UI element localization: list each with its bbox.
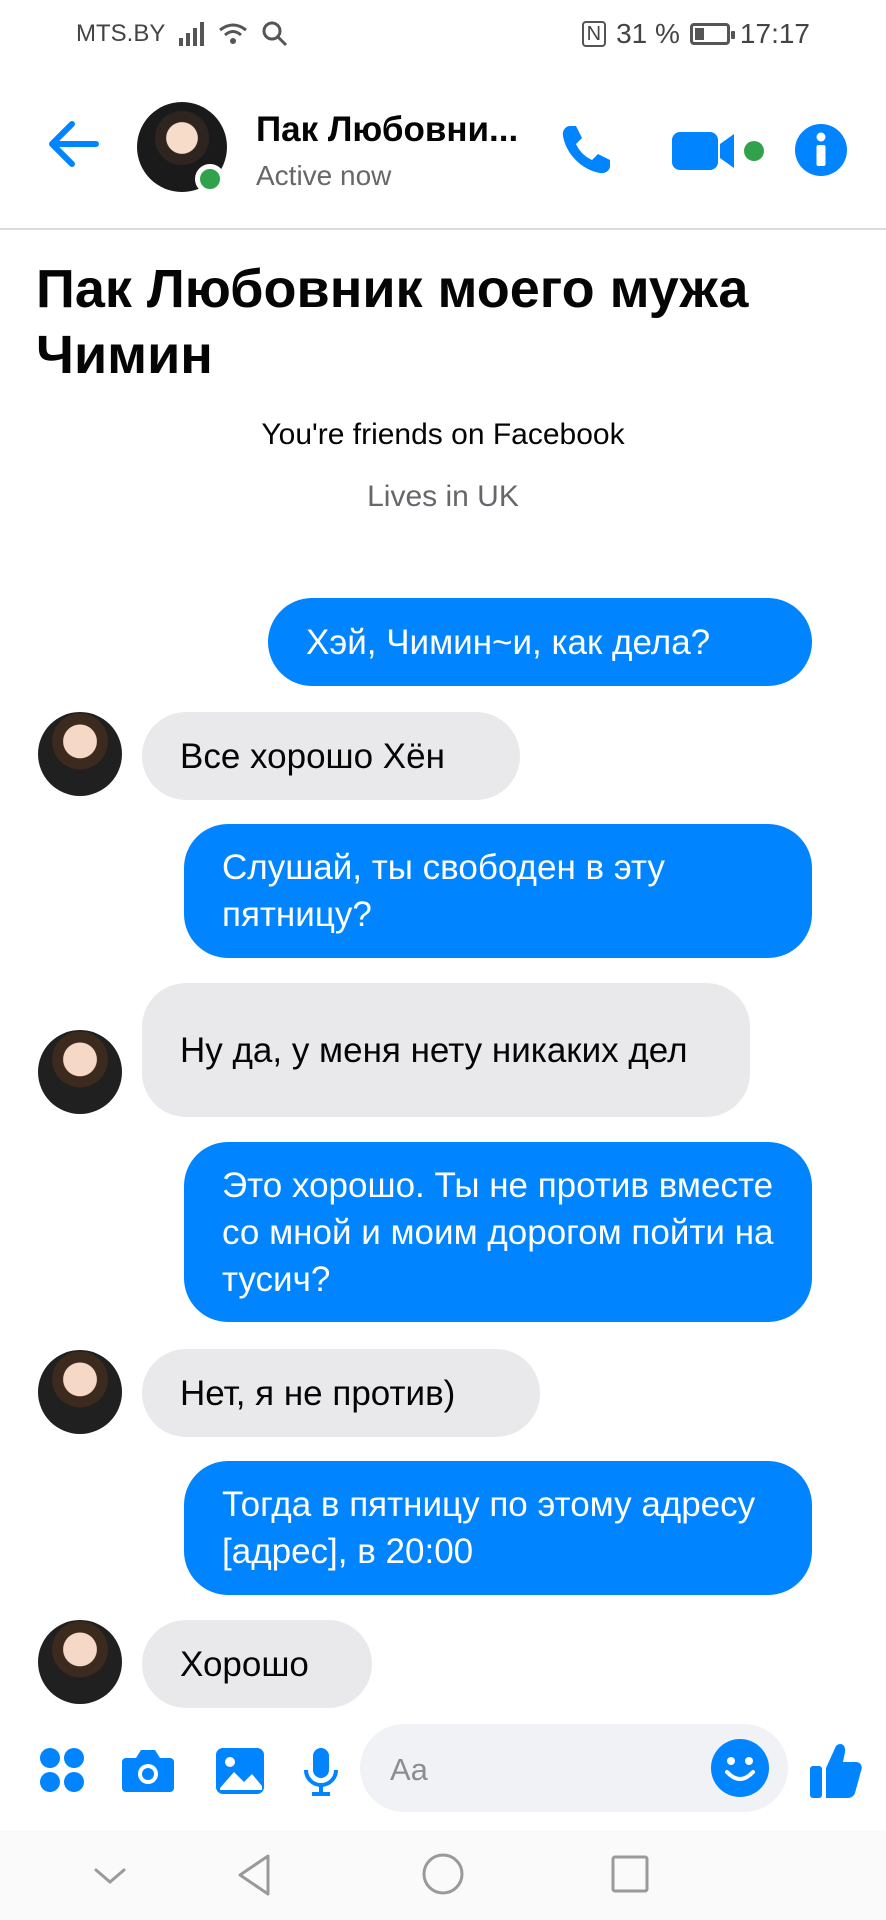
- message-input[interactable]: Aa: [360, 1724, 788, 1812]
- apps-grid-icon[interactable]: [38, 1746, 86, 1794]
- location-note: Lives in UK: [367, 480, 519, 513]
- wifi-icon: [219, 23, 248, 44]
- chevron-down-icon[interactable]: [92, 1864, 128, 1888]
- message-bubble-outgoing[interactable]: Хэй, Чимин~и, как дела?: [268, 598, 812, 686]
- nav-recents-icon[interactable]: [610, 1854, 650, 1894]
- message-bubble-incoming[interactable]: Нет, я не против): [142, 1349, 540, 1437]
- online-indicator: [195, 164, 225, 194]
- message-bubble-outgoing[interactable]: Это хорошо. Ты не против вместе со мной …: [184, 1142, 812, 1322]
- conversation-header: Пак Любовни... Active now: [0, 72, 886, 230]
- message-input-placeholder: Aa: [390, 1752, 428, 1787]
- message-bubble-incoming[interactable]: Ну да, у меня нету никаких дел: [142, 983, 750, 1117]
- thumbs-up-icon[interactable]: [808, 1740, 864, 1800]
- video-camera-icon[interactable]: [670, 126, 766, 176]
- message-bubble-outgoing[interactable]: Тогда в пятницу по этому адресу [адрес],…: [184, 1461, 812, 1595]
- battery-percent: 31 %: [616, 18, 680, 49]
- message-bubble-incoming[interactable]: Хорошо: [142, 1620, 372, 1708]
- profile-title: Пак Любовник моего мужа Чимин: [36, 259, 749, 385]
- carrier-label: MTS.BY: [76, 20, 166, 47]
- camera-icon[interactable]: [120, 1746, 176, 1794]
- battery-icon: [689, 23, 735, 45]
- phone-icon[interactable]: [556, 120, 616, 180]
- sender-avatar[interactable]: [38, 1030, 122, 1114]
- search-icon: [262, 21, 288, 47]
- emoji-icon[interactable]: [710, 1738, 770, 1798]
- message-bubble-outgoing[interactable]: Слушай, ты свободен в эту пятницу?: [184, 824, 812, 958]
- message-composer: Aa: [0, 1718, 886, 1828]
- friends-note: You're friends on Facebook: [261, 418, 625, 451]
- contact-name[interactable]: Пак Любовни...: [256, 110, 546, 150]
- message-bubble-incoming[interactable]: Все хорошо Хён: [142, 712, 520, 800]
- gallery-icon[interactable]: [214, 1746, 266, 1796]
- sender-avatar[interactable]: [38, 1350, 122, 1434]
- sender-avatar[interactable]: [38, 712, 122, 796]
- nav-back-icon[interactable]: [234, 1852, 274, 1898]
- status-bar: MTS.BY N 31 % 17:17: [0, 0, 886, 70]
- nfc-icon: N: [581, 21, 607, 47]
- clock: 17:17: [739, 18, 810, 49]
- microphone-icon[interactable]: [302, 1746, 340, 1798]
- sender-avatar[interactable]: [38, 1620, 122, 1704]
- status-bar-right: N 31 % 17:17: [581, 18, 810, 50]
- info-icon[interactable]: [793, 122, 849, 178]
- nav-home-icon[interactable]: [421, 1852, 465, 1896]
- cell-signal-icon: [179, 22, 205, 46]
- active-status: Active now: [256, 160, 392, 191]
- back-arrow-icon[interactable]: [46, 116, 102, 172]
- system-navigation-bar: [0, 1830, 886, 1920]
- status-bar-left: MTS.BY: [76, 20, 288, 48]
